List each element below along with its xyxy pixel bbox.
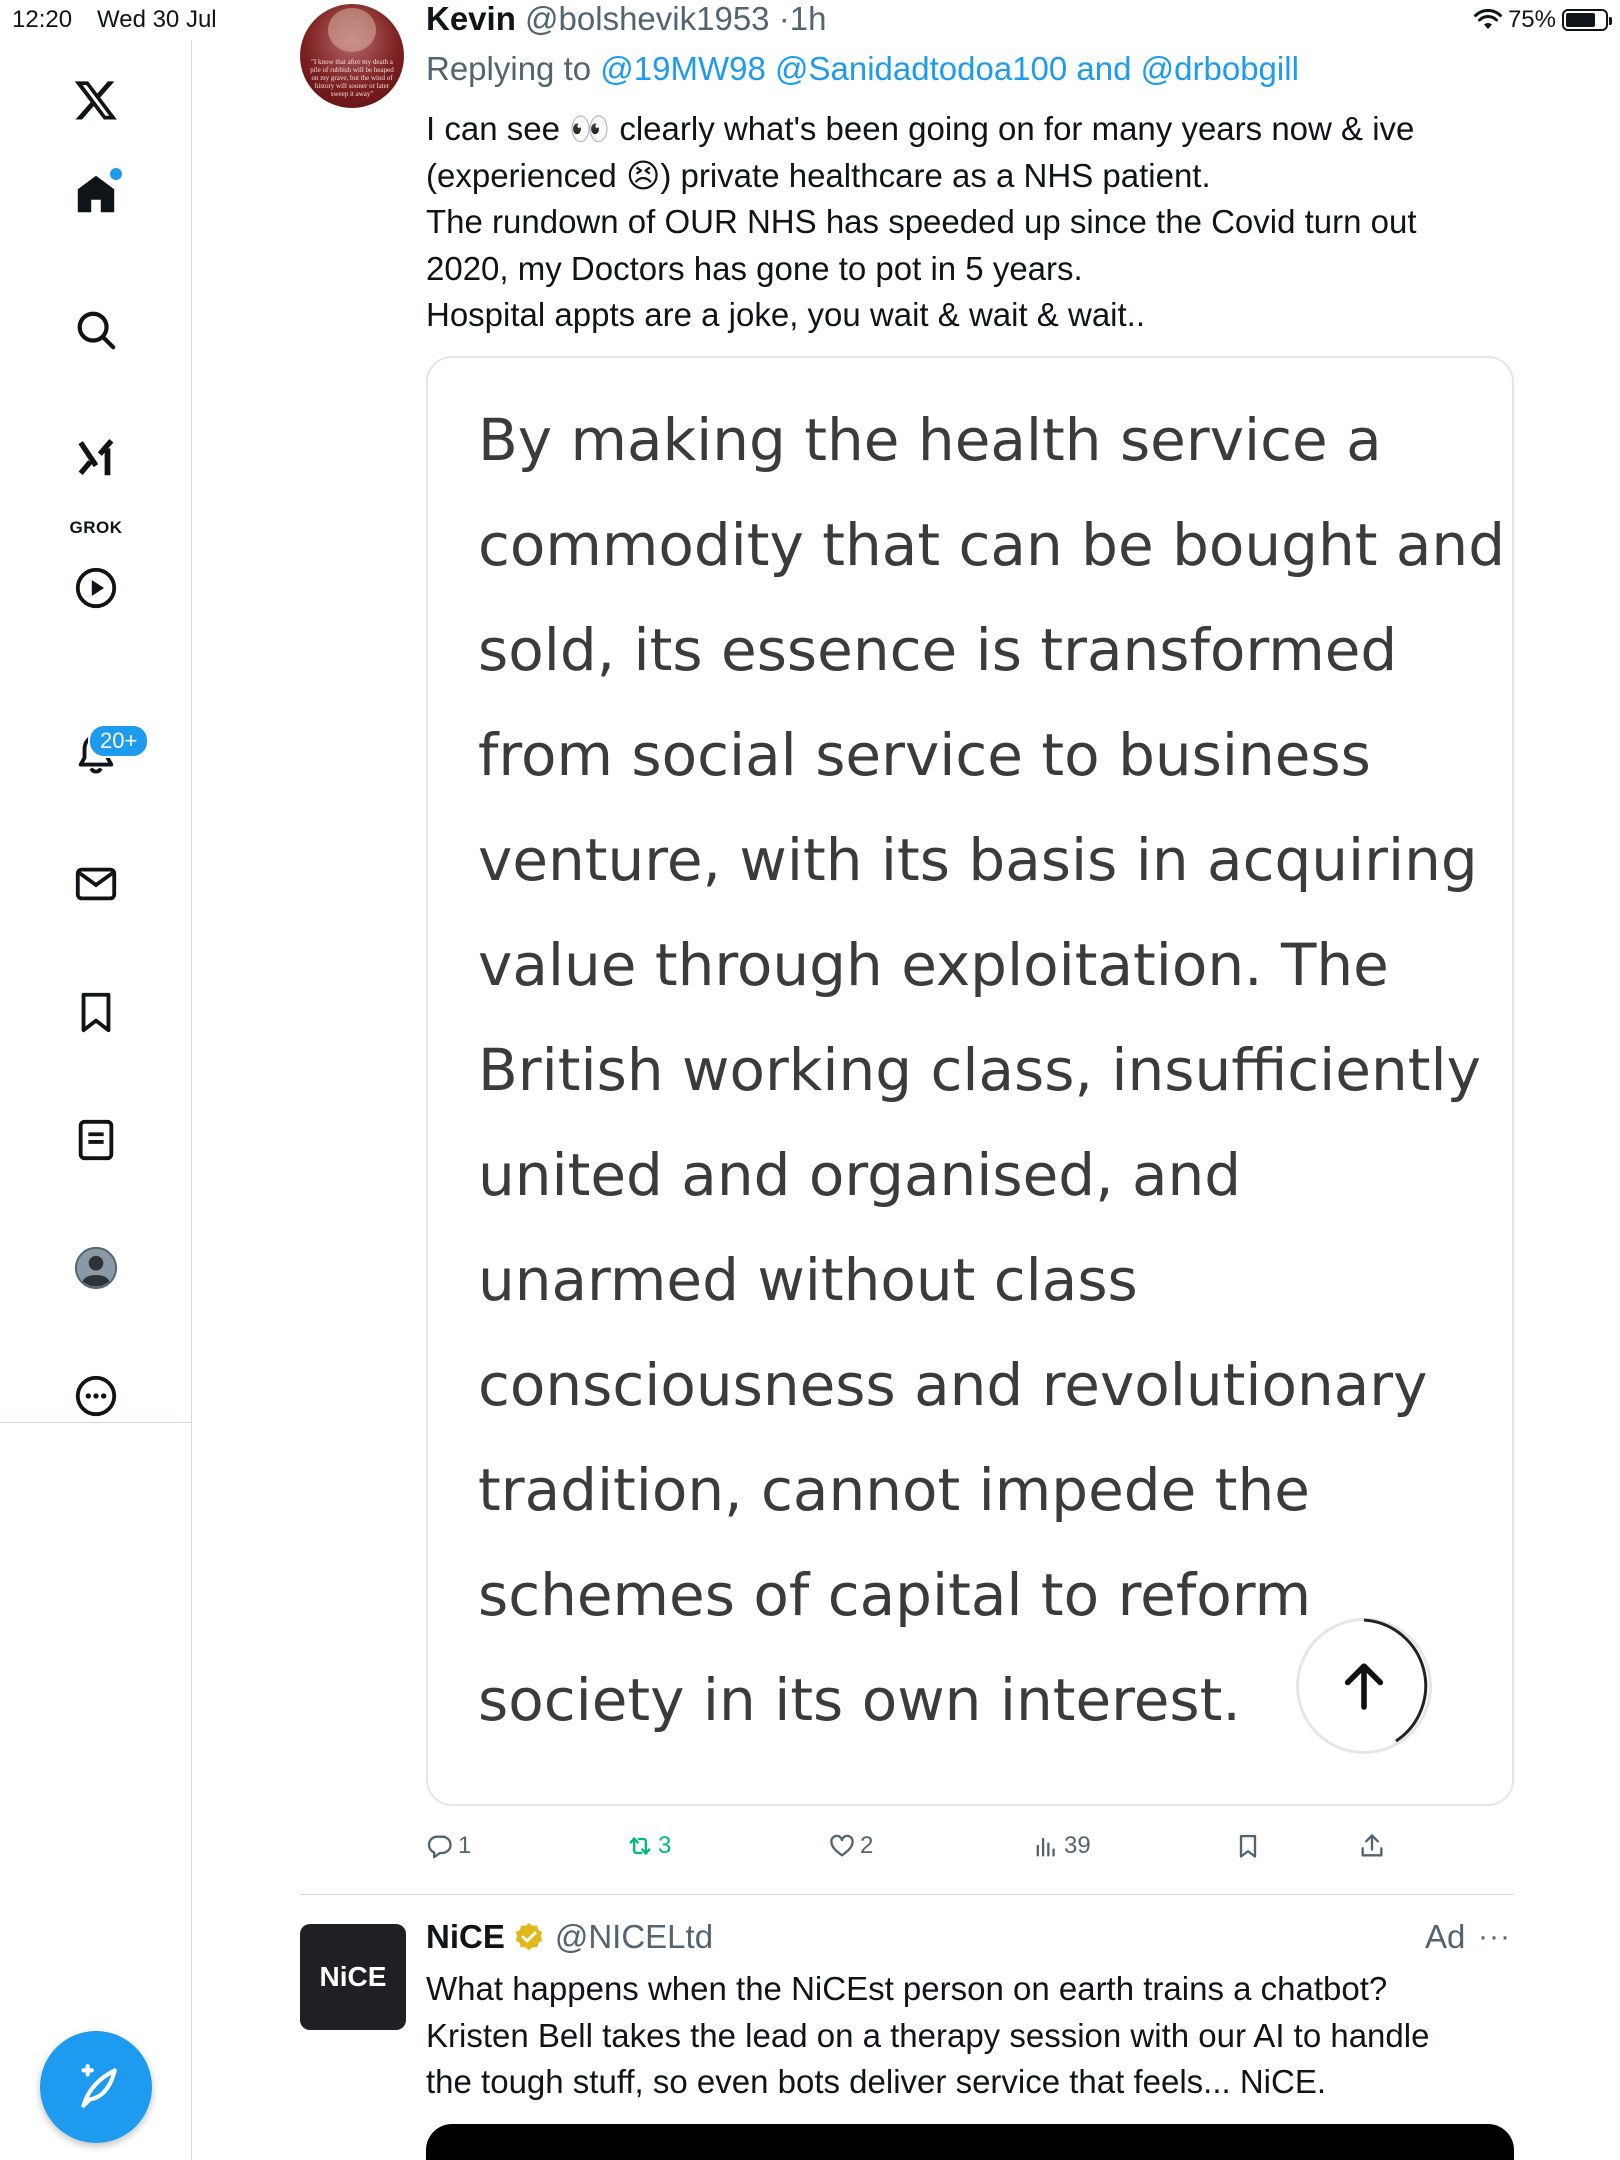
media-text-line: unarmed without class — [478, 1246, 1138, 1314]
tweet-divider — [300, 1894, 1514, 1895]
video-icon[interactable] — [66, 558, 126, 618]
sidebar-divider — [0, 1422, 192, 1423]
wifi-icon — [1473, 9, 1502, 29]
repost-button[interactable]: 3 — [626, 1826, 671, 1866]
tweet-text-line: 2020, my Doctors has gone to pot in 5 ye… — [426, 249, 1083, 287]
status-time: 12:20 — [12, 6, 73, 33]
media-text-line: from social service to business — [478, 721, 1371, 789]
reply-count: 1 — [458, 1832, 472, 1859]
reply-mention-last[interactable]: @drbobgill — [1141, 50, 1299, 87]
author-name[interactable]: Kevin — [426, 0, 516, 37]
reply-icon — [427, 1835, 452, 1859]
like-count: 2 — [860, 1832, 874, 1859]
media-text-line: commodity that can be bought and — [478, 511, 1506, 579]
compose-icon — [81, 2064, 117, 2108]
bookmark-button[interactable] — [1234, 1826, 1262, 1866]
status-indicators: 75% — [1473, 6, 1612, 34]
status-date: Wed 30 Jul — [97, 6, 217, 33]
views-count: 39 — [1064, 1832, 1091, 1859]
replying-to: Replying to @19MW98 @Sanidadtodoa100 and… — [426, 50, 1299, 88]
ad-media[interactable] — [426, 2124, 1514, 2160]
media-text-line: venture, with its basis in acquiring — [478, 826, 1478, 894]
list-icon[interactable] — [66, 1110, 126, 1170]
reply-and[interactable]: and — [1076, 50, 1131, 87]
media-text-line: consciousness and revolutionary — [478, 1351, 1428, 1419]
mail-icon[interactable] — [66, 854, 126, 914]
like-button[interactable]: 2 — [828, 1826, 873, 1866]
tweet-text: I can see 👀 clearly what's been going on… — [426, 106, 1526, 339]
grok-label: GROK — [69, 518, 123, 537]
ad-text-line: Kristen Bell takes the lead on a therapy… — [426, 2016, 1430, 2054]
bookmark-icon[interactable] — [66, 982, 126, 1042]
tweet-text-line: The rundown of OUR NHS has speeded up si… — [426, 203, 1417, 240]
reply-mentions[interactable]: @19MW98 @Sanidadtodoa100 — [600, 50, 1067, 87]
x-logo-icon[interactable] — [66, 70, 126, 130]
battery-percent: 75% — [1507, 6, 1556, 33]
grok-icon[interactable] — [66, 428, 126, 488]
battery-level — [1566, 13, 1595, 27]
more-icon[interactable] — [66, 1366, 126, 1426]
profile-icon[interactable] — [66, 1238, 126, 1298]
media-text-line: By making the health service a — [478, 406, 1382, 474]
compose-button[interactable] — [40, 2031, 152, 2143]
ad-header: NiCE @NICELtd — [426, 1918, 713, 1956]
ad-text-line: the tough stuff, so even bots deliver se… — [426, 2063, 1327, 2100]
search-icon[interactable] — [66, 300, 126, 360]
avatar-quote: "I know that after my death a pile of ru… — [310, 58, 394, 98]
tweet-text-line: (experienced 😣) private healthcare as a … — [426, 156, 1211, 194]
ad-more-button[interactable]: ··· — [1478, 1920, 1511, 1954]
tweet-media-image[interactable]: By making the health service a commodity… — [426, 356, 1514, 1806]
sidebar: GROK 20+ — [0, 40, 192, 2160]
ad-author-name[interactable]: NiCE — [426, 1918, 505, 1956]
like-icon — [830, 1834, 854, 1857]
scroll-up-icon — [1296, 1618, 1432, 1754]
ad-text-line: What happens when the NiCEst person on e… — [426, 1970, 1388, 2007]
views-icon — [1036, 1837, 1055, 1857]
home-icon[interactable] — [66, 164, 126, 224]
author-handle[interactable]: @bolshevik1953 — [525, 0, 770, 37]
author-avatar[interactable]: "I know that after my death a pile of ru… — [300, 4, 404, 108]
verified-icon — [515, 1923, 543, 1951]
repost-count: 3 — [658, 1832, 672, 1859]
share-icon — [1361, 1834, 1383, 1857]
notifications-badge: 20+ — [88, 724, 150, 758]
media-quote-text: By making the health service a commodity… — [478, 388, 1508, 1753]
reply-prefix: Replying to — [426, 50, 592, 87]
share-button[interactable] — [1358, 1826, 1386, 1866]
media-text-line: sold, its essence is transformed — [478, 616, 1398, 684]
battery-icon — [1562, 9, 1612, 31]
header-separator: · — [778, 0, 790, 37]
ad-author-handle[interactable]: @NICELtd — [555, 1918, 713, 1956]
ad-text: What happens when the NiCEst person on e… — [426, 1966, 1526, 2106]
ad-avatar[interactable]: NiCE — [300, 1924, 406, 2030]
media-text-line: British working class, insufficiently — [478, 1036, 1481, 1104]
reply-button[interactable]: 1 — [426, 1826, 471, 1866]
tweet-text-line: I can see 👀 clearly what's been going on… — [426, 110, 1415, 147]
tweet-time[interactable]: 1h — [790, 0, 827, 37]
tweet-text-line: Hospital appts are a joke, you wait & wa… — [426, 296, 1146, 333]
media-text-line: tradition, cannot impede the — [478, 1456, 1310, 1524]
tweet-header: Kevin @bolshevik1953 ·1h — [426, 0, 826, 38]
repost-icon — [629, 1837, 651, 1855]
media-text-line: value through exploitation. The — [478, 931, 1389, 999]
views-button[interactable]: 39 — [1032, 1826, 1091, 1866]
home-unread-dot — [110, 168, 122, 180]
bookmark-icon — [1239, 1834, 1257, 1858]
ad-label: Ad — [1425, 1918, 1466, 1955]
media-text-line: united and organised, and — [478, 1141, 1242, 1209]
